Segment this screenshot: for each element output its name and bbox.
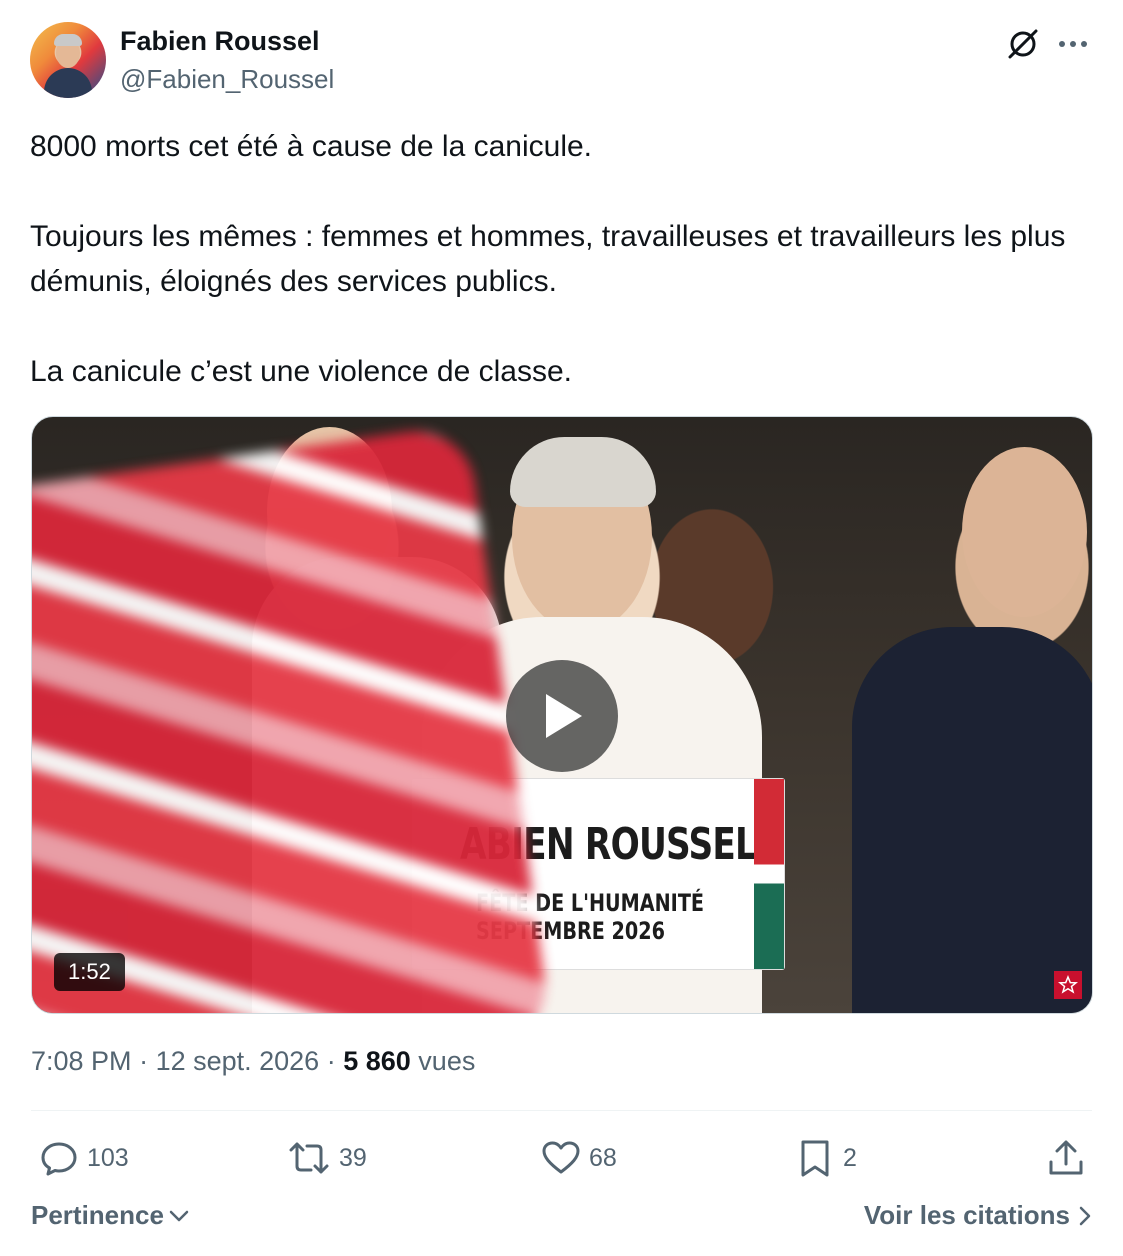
video-speaker-hair <box>510 437 656 507</box>
view-quotes-link[interactable]: Voir les citations <box>864 1200 1092 1231</box>
repost-count: 39 <box>339 1143 367 1172</box>
reply-count: 103 <box>87 1143 129 1172</box>
tweet-text: 8000 morts cet été à cause de la canicul… <box>30 124 1100 394</box>
star-icon <box>1058 975 1078 994</box>
bookmark-count: 2 <box>843 1143 857 1172</box>
grok-button[interactable] <box>1003 24 1043 64</box>
more-button[interactable] <box>1053 24 1093 64</box>
play-button[interactable] <box>506 660 618 772</box>
sort-dropdown[interactable]: Pertinence <box>31 1200 190 1231</box>
action-bar: 103 39 68 2 <box>31 1134 1092 1182</box>
avatar-hair <box>54 34 82 46</box>
bookmark-button[interactable]: 2 <box>795 1134 857 1182</box>
grok-icon <box>1008 29 1038 59</box>
reply-button[interactable]: 103 <box>39 1134 129 1182</box>
reply-sort-bar: Pertinence Voir les citations <box>31 1196 1092 1240</box>
sort-label: Pertinence <box>31 1200 164 1230</box>
author-handle[interactable]: @Fabien_Roussel <box>120 64 334 95</box>
tweet-paragraph: Toujours les mêmes : femmes et hommes, t… <box>30 220 1066 298</box>
more-icon <box>1059 41 1087 47</box>
views-label: vues <box>418 1046 476 1076</box>
tweet-header: Fabien Roussel @Fabien_Roussel <box>30 22 1093 100</box>
heart-icon <box>542 1141 580 1174</box>
avatar[interactable] <box>30 22 106 98</box>
video-player[interactable]: ABIEN ROUSSEL FÊTE DE L'HUMANITÉ SEPTEMB… <box>31 416 1093 1014</box>
chevron-down-icon <box>169 1210 189 1221</box>
share-button[interactable] <box>1046 1134 1086 1182</box>
video-flag <box>32 423 553 1013</box>
like-count: 68 <box>589 1143 617 1172</box>
tweet-time[interactable]: 7:08 PM <box>31 1046 132 1076</box>
chevron-right-icon <box>1079 1206 1091 1225</box>
avatar-shirt <box>44 68 92 98</box>
divider <box>31 1110 1092 1111</box>
podium-color-bar <box>754 779 784 969</box>
tweet-date[interactable]: 12 sept. 2026 <box>156 1046 320 1076</box>
channel-logo <box>1054 971 1082 999</box>
reply-icon <box>41 1142 77 1176</box>
quotes-label: Voir les citations <box>863 1200 1070 1230</box>
repost-icon <box>289 1142 329 1174</box>
tweet-meta: 7:08 PM · 12 sept. 2026 · 5 860 vues <box>31 1046 475 1077</box>
tweet-paragraph: La canicule c’est une violence de classe… <box>30 355 572 388</box>
author-name[interactable]: Fabien Roussel <box>120 26 320 57</box>
tweet-paragraph: 8000 morts cet été à cause de la canicul… <box>30 130 593 163</box>
views-count: 5 860 <box>343 1046 411 1076</box>
like-button[interactable]: 68 <box>541 1134 617 1182</box>
meta-separator: · <box>319 1046 344 1076</box>
share-icon <box>1049 1140 1083 1175</box>
bookmark-icon <box>801 1140 829 1177</box>
repost-button[interactable]: 39 <box>287 1134 367 1182</box>
video-person-right <box>962 447 1087 617</box>
video-shirt-right <box>852 627 1092 1013</box>
meta-separator: · <box>131 1046 156 1076</box>
play-icon <box>546 694 582 738</box>
video-duration: 1:52 <box>54 953 125 991</box>
